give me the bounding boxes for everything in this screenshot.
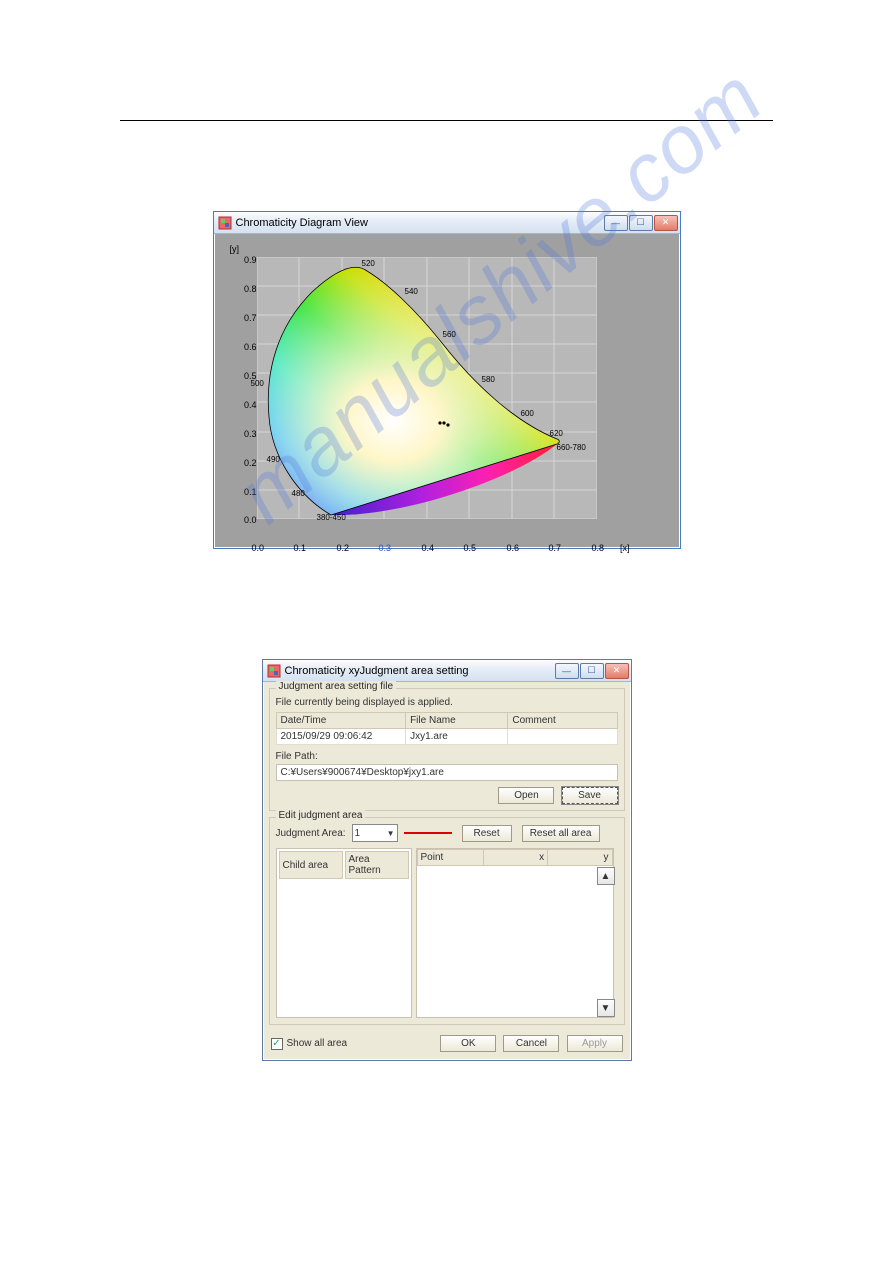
y-tick: 0.3	[232, 429, 257, 439]
col-area-pattern[interactable]: Area Pattern	[345, 851, 409, 879]
ok-button[interactable]: OK	[440, 1035, 496, 1052]
y-tick: 0.4	[232, 400, 257, 410]
close-button[interactable]: ✕	[605, 663, 629, 679]
wavelength-label: 620	[550, 429, 563, 438]
x-tick: 0.3	[379, 543, 392, 553]
x-tick: 0.5	[464, 543, 477, 553]
x-tick: 0.0	[252, 543, 265, 553]
table-row[interactable]	[279, 985, 409, 996]
file-path-label: File Path:	[276, 751, 618, 762]
y-tick: 0.2	[232, 458, 257, 468]
y-tick: 0.6	[232, 342, 257, 352]
y-tick: 0.1	[232, 487, 257, 497]
wavelength-label: 490	[267, 455, 280, 464]
chart-canvas[interactable]: 520 540 560 580 600 620 660-780 500 490 …	[214, 234, 680, 550]
x-tick: 0.7	[549, 543, 562, 553]
wavelength-label: 500	[251, 379, 264, 388]
titlebar[interactable]: Chromaticity xyJudgment area setting — ☐…	[263, 660, 631, 682]
chromaticity-diagram-window: Chromaticity Diagram View — ☐ ✕	[213, 211, 681, 549]
close-button[interactable]: ✕	[654, 215, 678, 231]
cell-datetime: 2015/09/29 09:06:42	[276, 729, 406, 745]
y-tick: 0.8	[232, 284, 257, 294]
cell-comment	[508, 729, 617, 745]
show-all-area-checkbox[interactable]: ✓ Show all area	[271, 1038, 348, 1050]
x-tick: 0.8	[592, 543, 605, 553]
col-point[interactable]: Point	[417, 850, 483, 866]
minimize-button[interactable]: —	[555, 663, 579, 679]
checkbox-label: Show all area	[287, 1038, 348, 1049]
table-row[interactable]	[279, 933, 409, 944]
col-datetime[interactable]: Date/Time	[276, 713, 406, 729]
area-color-swatch	[404, 832, 452, 834]
check-icon: ✓	[271, 1038, 283, 1050]
table-row[interactable]	[279, 972, 409, 983]
col-filename[interactable]: File Name	[406, 713, 508, 729]
col-comment[interactable]: Comment	[508, 713, 617, 729]
group-legend: Edit judgment area	[276, 810, 366, 821]
maximize-button[interactable]: ☐	[629, 215, 653, 231]
window-title: Chromaticity Diagram View	[236, 217, 604, 229]
point-table[interactable]: Point x y ▲ ▼	[416, 848, 614, 1018]
x-axis-title: [x]	[620, 543, 630, 553]
judgment-area-label: Judgment Area:	[276, 828, 346, 839]
table-row[interactable]	[279, 946, 409, 957]
wavelength-label: 660-780	[557, 443, 586, 452]
y-tick: 0.9	[232, 255, 257, 265]
x-tick: 0.6	[507, 543, 520, 553]
wavelength-label: 560	[443, 330, 456, 339]
col-y[interactable]: y	[548, 850, 612, 866]
group-legend: Judgment area setting file	[276, 681, 397, 692]
edit-judgment-area-group: Edit judgment area Judgment Area: 1 ▼ Re…	[269, 817, 625, 1025]
y-tick: 0.7	[232, 313, 257, 323]
file-path-field[interactable]: C:¥Users¥900674¥Desktop¥jxy1.are	[276, 764, 618, 781]
apply-button[interactable]: Apply	[567, 1035, 623, 1052]
maximize-button[interactable]: ☐	[580, 663, 604, 679]
x-tick: 0.2	[337, 543, 350, 553]
save-button[interactable]: Save	[562, 787, 618, 804]
x-tick: 0.1	[294, 543, 307, 553]
minimize-button[interactable]: —	[604, 215, 628, 231]
table-row[interactable]	[279, 959, 409, 970]
child-area-table[interactable]: Child area Area Pattern	[276, 848, 412, 1018]
reset-all-button[interactable]: Reset all area	[522, 825, 600, 842]
table-row[interactable]	[279, 881, 409, 892]
open-button[interactable]: Open	[498, 787, 554, 804]
file-table: Date/Time File Name Comment 2015/09/29 0…	[276, 712, 618, 745]
reset-button[interactable]: Reset	[462, 825, 512, 842]
y-tick: 0.0	[232, 515, 257, 525]
wavelength-label: 380-450	[317, 513, 346, 522]
app-icon	[267, 664, 281, 678]
table-row[interactable]	[279, 894, 409, 905]
wavelength-label: 540	[405, 287, 418, 296]
table-row[interactable]	[279, 920, 409, 931]
judgment-area-setting-dialog: Chromaticity xyJudgment area setting — ☐…	[262, 659, 632, 1061]
titlebar[interactable]: Chromaticity Diagram View — ☐ ✕	[214, 212, 680, 234]
app-icon	[218, 216, 232, 230]
move-down-button[interactable]: ▼	[597, 999, 615, 1017]
applied-file-hint: File currently being displayed is applie…	[276, 697, 618, 708]
judgment-area-file-group: Judgment area setting file File currentl…	[269, 688, 625, 811]
cell-filename: Jxy1.are	[406, 729, 508, 745]
window-title: Chromaticity xyJudgment area setting	[285, 665, 555, 677]
x-tick: 0.4	[422, 543, 435, 553]
cancel-button[interactable]: Cancel	[503, 1035, 559, 1052]
wavelength-label: 600	[521, 409, 534, 418]
col-x[interactable]: x	[483, 850, 547, 866]
wavelength-label: 520	[362, 259, 375, 268]
wavelength-label: 480	[292, 489, 305, 498]
select-value: 1	[355, 828, 361, 839]
chevron-down-icon: ▼	[387, 829, 395, 838]
move-up-button[interactable]: ▲	[597, 867, 615, 885]
page-rule	[120, 120, 773, 121]
table-row[interactable]	[279, 907, 409, 918]
col-child-area[interactable]: Child area	[279, 851, 343, 879]
wavelength-label: 580	[482, 375, 495, 384]
table-row[interactable]: 2015/09/29 09:06:42 Jxy1.are	[276, 729, 617, 745]
chromaticity-plot	[257, 257, 597, 519]
y-axis-title: [y]	[230, 244, 240, 254]
judgment-area-select[interactable]: 1 ▼	[352, 824, 398, 842]
